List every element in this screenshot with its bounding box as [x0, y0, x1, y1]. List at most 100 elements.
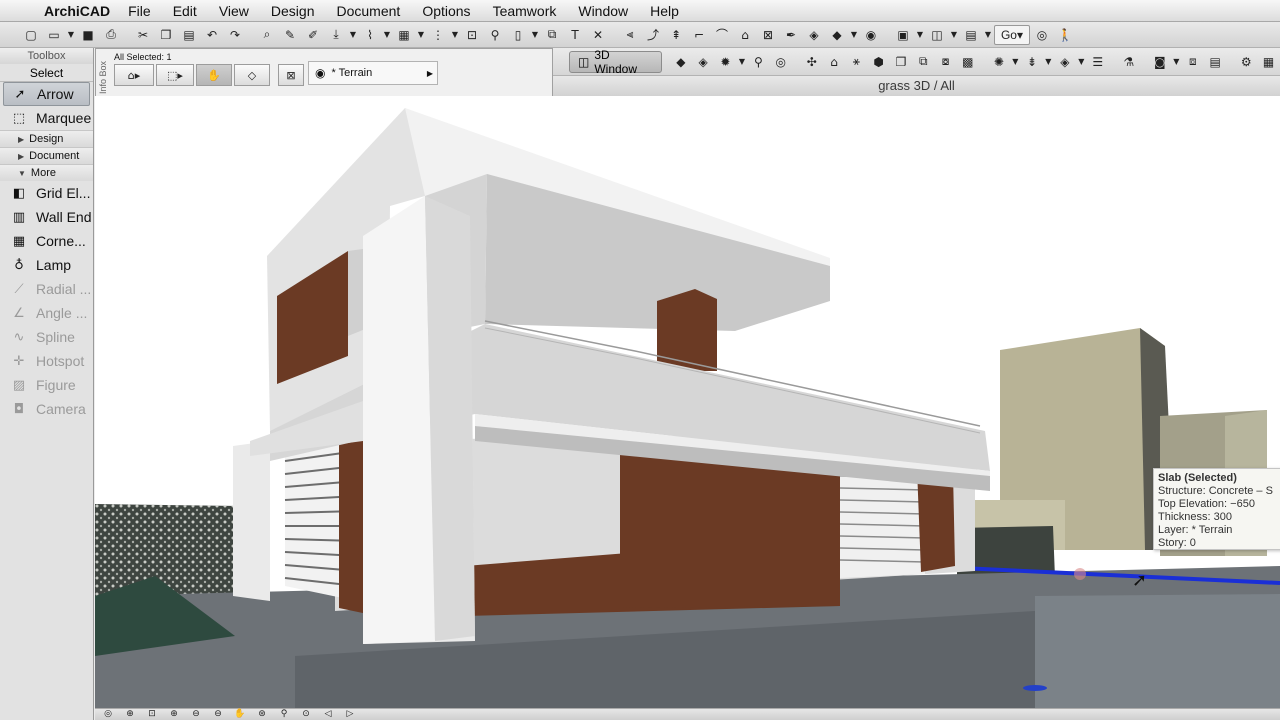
chevron-down-icon[interactable]: ▼	[382, 25, 392, 45]
tool-figure[interactable]: ▨ Figure	[0, 373, 93, 397]
previous-view-icon[interactable]: ◁	[317, 709, 339, 720]
cut-icon[interactable]: ✂	[132, 25, 154, 45]
tool-corner-window[interactable]: ▦ Corne...	[0, 229, 93, 253]
elevate-icon[interactable]: ⇟	[1021, 52, 1042, 72]
explore-icon[interactable]: ⊛	[251, 709, 273, 720]
window-layout-icon[interactable]: ▣	[892, 25, 914, 45]
fit-icon[interactable]: ⊡	[141, 709, 163, 720]
toolbox-group-document[interactable]: ▶ Document	[0, 147, 93, 164]
walk-icon[interactable]: ⚲	[273, 709, 295, 720]
trim-icon[interactable]: ⊠	[757, 25, 779, 45]
render-icon[interactable]: ◈	[693, 52, 714, 72]
fillet-icon[interactable]: ⌐	[688, 25, 710, 45]
chevron-down-icon[interactable]: ▼	[949, 25, 959, 45]
section-icon[interactable]: ✣	[801, 52, 822, 72]
filter-icon[interactable]: ⧇	[935, 52, 956, 72]
settings-icon[interactable]: ⚙	[1236, 52, 1257, 72]
walk-icon[interactable]: ⚲	[748, 52, 769, 72]
paint-icon[interactable]: ⚗	[1118, 52, 1139, 72]
roof-icon[interactable]: ⌂	[734, 25, 756, 45]
save-icon[interactable]: ■	[77, 25, 99, 45]
explode-icon[interactable]: ⚹	[846, 52, 867, 72]
shading-icon[interactable]: ◆	[670, 52, 691, 72]
chevron-down-icon[interactable]: ▼	[66, 25, 76, 45]
tool-arrow[interactable]: ➚ Arrow	[3, 82, 90, 106]
camera-icon[interactable]: ◙	[1149, 52, 1170, 72]
trace-icon[interactable]: ⧉	[541, 25, 563, 45]
menu-options[interactable]: Options	[422, 3, 470, 19]
navigator-icon[interactable]: ◎	[1031, 25, 1053, 45]
orbit-icon[interactable]: ◎	[770, 52, 791, 72]
chevron-down-icon[interactable]: ▼	[1044, 52, 1054, 72]
menu-help[interactable]: Help	[650, 3, 679, 19]
chevron-down-icon[interactable]: ▼	[530, 25, 540, 45]
tool-radial-dimension[interactable]: ⟋ Radial ...	[0, 277, 93, 301]
zoom-in-icon[interactable]: ⊕	[163, 709, 185, 720]
tool-hotspot[interactable]: ✛ Hotspot	[0, 349, 93, 373]
menu-edit[interactable]: Edit	[173, 3, 197, 19]
find-select-icon[interactable]: ⌕	[256, 25, 278, 45]
tool-spline[interactable]: ∿ Spline	[0, 325, 93, 349]
curve-icon[interactable]: ⌒	[711, 25, 733, 45]
menu-design[interactable]: Design	[271, 3, 315, 19]
chevron-down-icon[interactable]: ▼	[1011, 52, 1021, 72]
eraser-icon[interactable]: ◆	[826, 25, 848, 45]
zoom-icon[interactable]: ⊕	[119, 709, 141, 720]
next-view-icon[interactable]: ▷	[339, 709, 361, 720]
gravity-icon[interactable]: ⤓	[325, 25, 347, 45]
pan-method-button[interactable]: ✋	[196, 64, 232, 86]
grid-snap-icon[interactable]: ⋮	[427, 25, 449, 45]
snap-guide-icon[interactable]: ⌇	[359, 25, 381, 45]
view-3d-icon[interactable]: ◫	[926, 25, 948, 45]
slab-geometry-button[interactable]: ◇	[234, 64, 270, 86]
chevron-down-icon[interactable]: ▼	[450, 25, 460, 45]
chevron-down-icon[interactable]: ▼	[348, 25, 358, 45]
orbit-icon[interactable]: ◎	[97, 709, 119, 720]
zoom-out-icon[interactable]: ⊖	[185, 709, 207, 720]
tool-angle-dimension[interactable]: ∠ Angle ...	[0, 301, 93, 325]
pick-up-parameters-icon[interactable]: ✎	[279, 25, 301, 45]
layer-settings-icon[interactable]: ▦	[393, 25, 415, 45]
walk-icon[interactable]: 🚶	[1054, 25, 1076, 45]
menu-file[interactable]: File	[128, 3, 151, 19]
paste-icon[interactable]: ▤	[178, 25, 200, 45]
brush-icon[interactable]: ✒	[780, 25, 802, 45]
tool-lamp[interactable]: ♁ Lamp	[0, 253, 93, 277]
text-block-icon[interactable]: T	[564, 25, 586, 45]
display-options-icon[interactable]: ▤	[960, 25, 982, 45]
selection-method-button[interactable]: ⌂▸	[114, 64, 154, 86]
layer-selector[interactable]: ◉ * Terrain ▶	[308, 61, 438, 85]
pan-icon[interactable]: ✋	[229, 709, 251, 720]
layers-icon[interactable]: ⧉	[913, 52, 934, 72]
document-icon[interactable]: ▤	[1205, 52, 1226, 72]
drafting-tools-icon[interactable]: ▯	[507, 25, 529, 45]
undo-icon[interactable]: ↶	[201, 25, 223, 45]
close-icon[interactable]: ✕	[587, 25, 609, 45]
print-icon[interactable]: ⎙	[100, 25, 122, 45]
suspend-groups-icon[interactable]: ⊡	[461, 25, 483, 45]
material-icon[interactable]: ▩	[957, 52, 978, 72]
renovation-icon[interactable]: ◉	[860, 25, 882, 45]
chevron-down-icon[interactable]: ▼	[737, 52, 747, 72]
home-icon[interactable]: ⌂	[823, 52, 844, 72]
split-icon[interactable]: ⫷	[619, 25, 641, 45]
new-file-icon[interactable]: ▢	[20, 25, 42, 45]
tool-camera[interactable]: ◘ Camera	[0, 397, 93, 421]
list-icon[interactable]: ☰	[1087, 52, 1108, 72]
elevation-icon[interactable]: ⇞	[665, 25, 687, 45]
grid-icon[interactable]: ▦	[1258, 52, 1279, 72]
copy-view-icon[interactable]: ❐	[890, 52, 911, 72]
menu-document[interactable]: Document	[337, 3, 401, 19]
menu-window[interactable]: Window	[578, 3, 628, 19]
solid-ops-icon[interactable]: ◈	[803, 25, 825, 45]
adjust-icon[interactable]: ⤴	[642, 25, 664, 45]
chevron-down-icon[interactable]: ▼	[849, 25, 859, 45]
tab-3d-window[interactable]: ◫ 3D Window	[569, 48, 663, 76]
menu-teamwork[interactable]: Teamwork	[493, 3, 557, 19]
copy-icon[interactable]: ❐	[155, 25, 177, 45]
zoom-out-icon[interactable]: ⊖	[207, 709, 229, 720]
sun-settings-icon[interactable]: ✺	[988, 52, 1009, 72]
redo-icon[interactable]: ↷	[224, 25, 246, 45]
chevron-down-icon[interactable]: ▼	[915, 25, 925, 45]
chevron-down-icon[interactable]: ▼	[416, 25, 426, 45]
